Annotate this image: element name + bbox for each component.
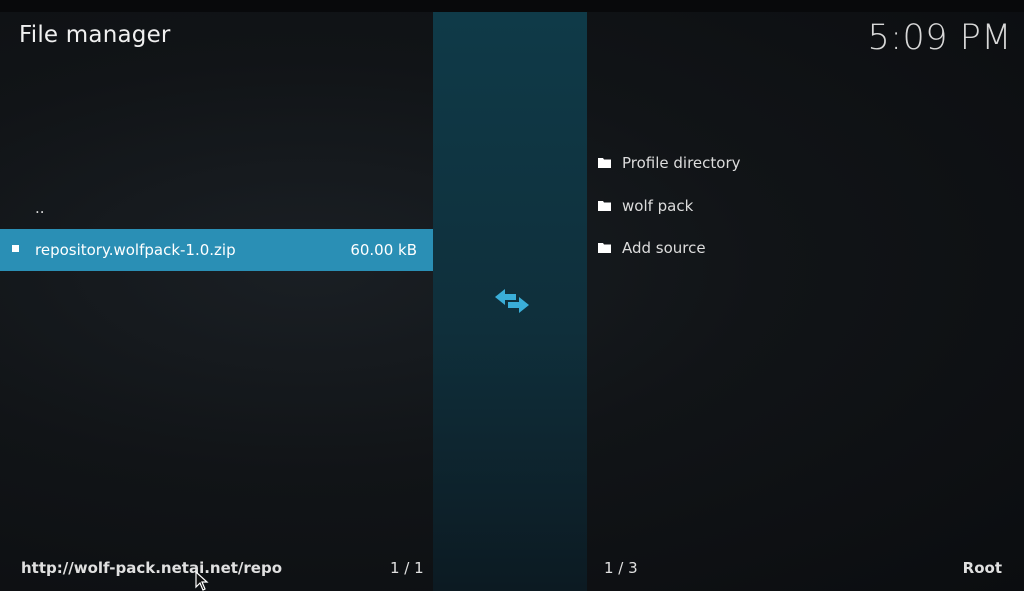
mouse-cursor-icon: [195, 571, 209, 591]
page-title: File manager: [19, 22, 171, 48]
list-item-label: wolf pack: [622, 196, 694, 215]
list-item-parent[interactable]: ..: [0, 187, 433, 229]
clock: 5:09 PM: [867, 18, 1012, 58]
right-page-counter: 1 / 3: [604, 559, 638, 577]
list-item-add-source[interactable]: Add source: [587, 227, 1024, 270]
left-file-list: .. repository.wolfpack-1.0.zip 60.00 kB: [0, 187, 433, 271]
file-icon: [12, 245, 19, 252]
list-item-label: Add source: [622, 239, 706, 258]
left-page-counter: 1 / 1: [390, 559, 424, 577]
folder-icon: [598, 158, 611, 168]
top-strip: [0, 0, 1024, 12]
folder-icon: [598, 243, 611, 253]
folder-icon: [598, 200, 611, 211]
list-item-label: ..: [35, 199, 45, 217]
file-manager-screen: File manager 5:09 PM .. repository.wolfp…: [0, 0, 1024, 591]
list-item-label: Profile directory: [622, 154, 741, 173]
list-item-label: repository.wolfpack-1.0.zip: [35, 241, 236, 259]
swap-arrows-icon[interactable]: [494, 286, 530, 316]
left-path: http://wolf-pack.netai.net/repo: [21, 559, 283, 577]
file-size: 60.00 kB: [350, 241, 417, 259]
right-path: Root: [962, 559, 1002, 577]
list-item-wolf-pack[interactable]: wolf pack: [587, 185, 1024, 228]
right-source-list: Profile directory wolf pack Add source: [587, 142, 1024, 270]
list-item-profile-directory[interactable]: Profile directory: [587, 142, 1024, 185]
list-item-zip-file[interactable]: repository.wolfpack-1.0.zip 60.00 kB: [0, 229, 433, 271]
